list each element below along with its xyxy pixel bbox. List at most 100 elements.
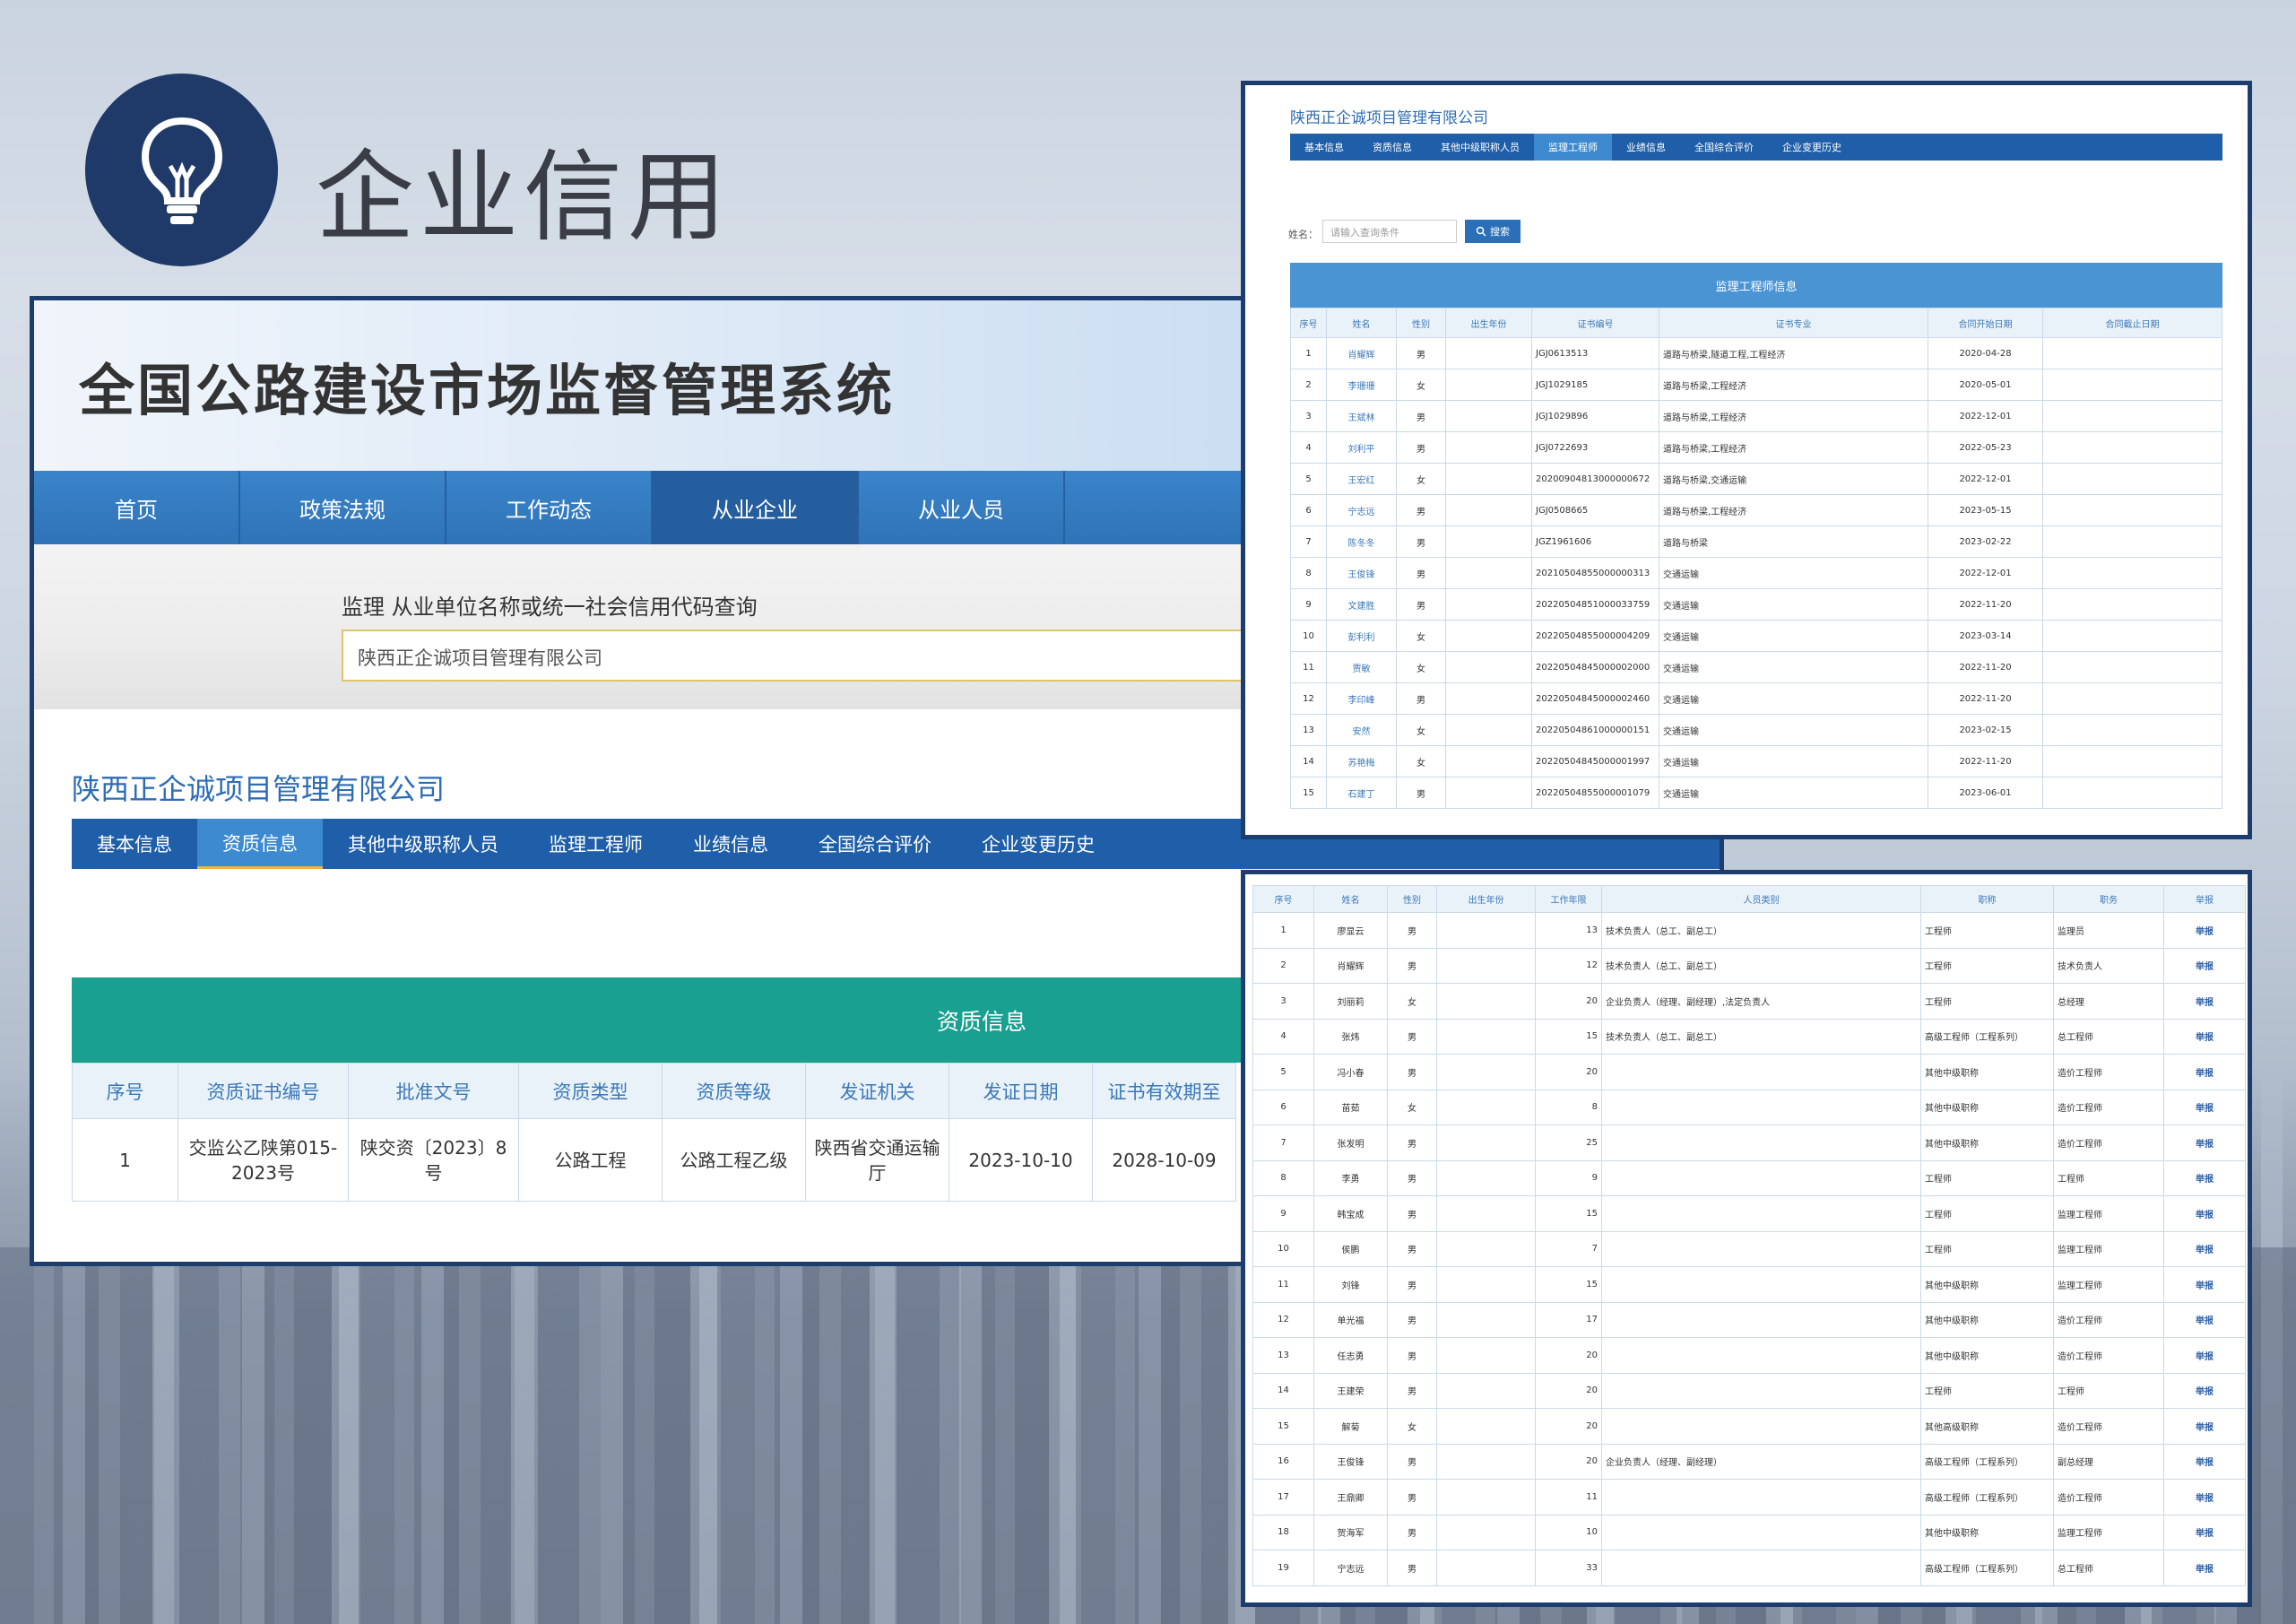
table-cell: 王鼎卿 xyxy=(1313,1479,1388,1515)
report-link[interactable]: 举报 xyxy=(2163,1301,2246,1338)
tab-change-history[interactable]: 企业变更历史 xyxy=(957,819,1120,869)
table-cell: 工程师 xyxy=(1920,1230,2054,1267)
report-link[interactable]: 举报 xyxy=(2163,947,2246,984)
report-link[interactable]: 举报 xyxy=(2163,912,2246,949)
person-name-link[interactable]: 李珊珊 xyxy=(1326,369,1397,401)
table-cell: 总经理 xyxy=(2053,983,2164,1020)
table-cell: 技术负责人 xyxy=(2053,947,2164,984)
table-row: 12 单光福男 17 其他中级职称 造价工程师 举报 xyxy=(1252,1301,2246,1338)
tab-evaluation[interactable]: 全国综合评价 xyxy=(1680,134,1768,161)
tab-performance[interactable]: 业绩信息 xyxy=(668,819,793,869)
person-name-link[interactable]: 王宏红 xyxy=(1326,463,1397,495)
table-cell xyxy=(1445,557,1532,589)
person-name-link[interactable]: 安然 xyxy=(1326,714,1397,746)
person-name-link[interactable]: 石建丁 xyxy=(1326,777,1397,809)
table-cell: 女 xyxy=(1387,983,1437,1020)
report-link[interactable]: 举报 xyxy=(2163,983,2246,1020)
table-cell: 20220504855000004209 xyxy=(1531,620,1659,652)
report-link[interactable]: 举报 xyxy=(2163,1266,2246,1303)
table-cell: 12 xyxy=(1252,1301,1314,1338)
person-name-link[interactable]: 肖耀辉 xyxy=(1326,337,1397,369)
tab-performance[interactable]: 业绩信息 xyxy=(1612,134,1680,161)
table-row: 15 石建丁男 20220504855000001079 交通运输 2023-06-01 xyxy=(1290,777,2222,809)
table-cell: 肖耀辉 xyxy=(1313,947,1388,984)
report-link[interactable]: 举报 xyxy=(2163,1479,2246,1515)
table-cell: 道路与桥梁,工程经济 xyxy=(1659,369,1928,401)
table-cell xyxy=(2042,714,2222,746)
column-header: 合同开始日期 xyxy=(1928,308,2043,338)
report-link[interactable]: 举报 xyxy=(2163,1054,2246,1090)
table-cell: 张炜 xyxy=(1313,1018,1388,1055)
table-cell xyxy=(1436,1195,1536,1232)
tab-basic-info[interactable]: 基本信息 xyxy=(72,819,197,869)
tab-other-staff[interactable]: 其他中级职称人员 xyxy=(1426,134,1534,161)
table-row: 18 贺海军男 10 其他中级职称 监理工程师 举报 xyxy=(1252,1514,2246,1550)
table-cell: 11 xyxy=(1535,1479,1602,1515)
table-cell xyxy=(2042,525,2222,558)
report-link[interactable]: 举报 xyxy=(2163,1514,2246,1550)
person-name-link[interactable]: 王俊锋 xyxy=(1326,557,1397,589)
table-row: 13 安然女 20220504861000000151 交通运输 2023-02-15 xyxy=(1290,714,2222,746)
table-cell: 男 xyxy=(1387,1337,1437,1374)
nav-item-personnel[interactable]: 从业人员 xyxy=(859,471,1065,544)
table-cell: 解菊 xyxy=(1313,1408,1388,1445)
person-name-link[interactable]: 李印峰 xyxy=(1326,682,1397,715)
table-cell: 13 xyxy=(1252,1337,1314,1374)
report-link[interactable]: 举报 xyxy=(2163,1195,2246,1232)
report-link[interactable]: 举报 xyxy=(2163,1443,2246,1480)
person-name-link[interactable]: 刘利平 xyxy=(1326,431,1397,464)
report-link[interactable]: 举报 xyxy=(2163,1018,2246,1055)
name-search-input[interactable]: 请输入查询条件 xyxy=(1322,220,1457,243)
table-cell: 15 xyxy=(1290,777,1327,809)
table-cell: 男 xyxy=(1387,1054,1437,1090)
person-name-link[interactable]: 王斌林 xyxy=(1326,400,1397,432)
table-cell: 17 xyxy=(1252,1479,1314,1515)
person-name-link[interactable]: 彭利利 xyxy=(1326,620,1397,652)
table-cell: 18 xyxy=(1252,1514,1314,1550)
tab-qualification[interactable]: 资质信息 xyxy=(197,819,323,869)
report-link[interactable]: 举报 xyxy=(2163,1550,2246,1586)
report-link[interactable]: 举报 xyxy=(2163,1372,2246,1409)
table-cell: 技术负责人（总工、副总工） xyxy=(1601,1018,1921,1055)
tab-change-history[interactable]: 企业变更历史 xyxy=(1768,134,1856,161)
tab-evaluation[interactable]: 全国综合评价 xyxy=(793,819,957,869)
table-cell: 20210504855000000313 xyxy=(1531,557,1659,589)
report-link[interactable]: 举报 xyxy=(2163,1337,2246,1374)
person-name-link[interactable]: 陈冬冬 xyxy=(1326,525,1397,558)
tab-basic-info[interactable]: 基本信息 xyxy=(1290,134,1358,161)
person-name-link[interactable]: 贾敏 xyxy=(1326,651,1397,683)
tab-supervisors[interactable]: 监理工程师 xyxy=(524,819,668,869)
report-link[interactable]: 举报 xyxy=(2163,1230,2246,1267)
column-header: 工作年限 xyxy=(1535,885,1602,913)
nav-item-policy[interactable]: 政策法规 xyxy=(240,471,446,544)
person-name-link[interactable]: 文建胜 xyxy=(1326,588,1397,621)
table-cell: 男 xyxy=(1387,912,1437,949)
column-header: 资质证书编号 xyxy=(178,1063,349,1119)
table-cell xyxy=(1601,1230,1921,1267)
tab-supervisors[interactable]: 监理工程师 xyxy=(1534,134,1612,161)
person-name-link[interactable]: 宁志远 xyxy=(1326,494,1397,526)
tab-qualification[interactable]: 资质信息 xyxy=(1358,134,1426,161)
report-link[interactable]: 举报 xyxy=(2163,1089,2246,1125)
report-link[interactable]: 举报 xyxy=(2163,1408,2246,1445)
table-cell: 道路与桥梁,工程经济 xyxy=(1659,400,1928,432)
table-cell: 2022-11-20 xyxy=(1928,745,2043,777)
table-cell xyxy=(1436,1514,1536,1550)
table-cell: 15 xyxy=(1535,1018,1602,1055)
report-link[interactable]: 举报 xyxy=(2163,1125,2246,1161)
table-cell: 其他中级职称 xyxy=(1920,1125,2054,1161)
nav-item-home[interactable]: 首页 xyxy=(34,471,240,544)
person-name-link[interactable]: 苏艳梅 xyxy=(1326,745,1397,777)
nav-item-news[interactable]: 工作动态 xyxy=(446,471,653,544)
table-cell: 女 xyxy=(1387,1089,1437,1125)
table-cell: 男 xyxy=(1396,588,1446,621)
nav-item-enterprise[interactable]: 从业企业 xyxy=(653,471,859,544)
search-button[interactable]: 搜索 xyxy=(1465,220,1521,243)
table-cell: 王建荣 xyxy=(1313,1372,1388,1409)
column-header: 姓名 xyxy=(1326,308,1397,338)
report-link[interactable]: 举报 xyxy=(2163,1159,2246,1196)
tab-other-staff[interactable]: 其他中级职称人员 xyxy=(323,819,524,869)
table-cell: 监理工程师 xyxy=(2053,1195,2164,1232)
table-cell: 7 xyxy=(1290,525,1327,558)
name-search-label: 姓名： xyxy=(1288,229,1318,240)
